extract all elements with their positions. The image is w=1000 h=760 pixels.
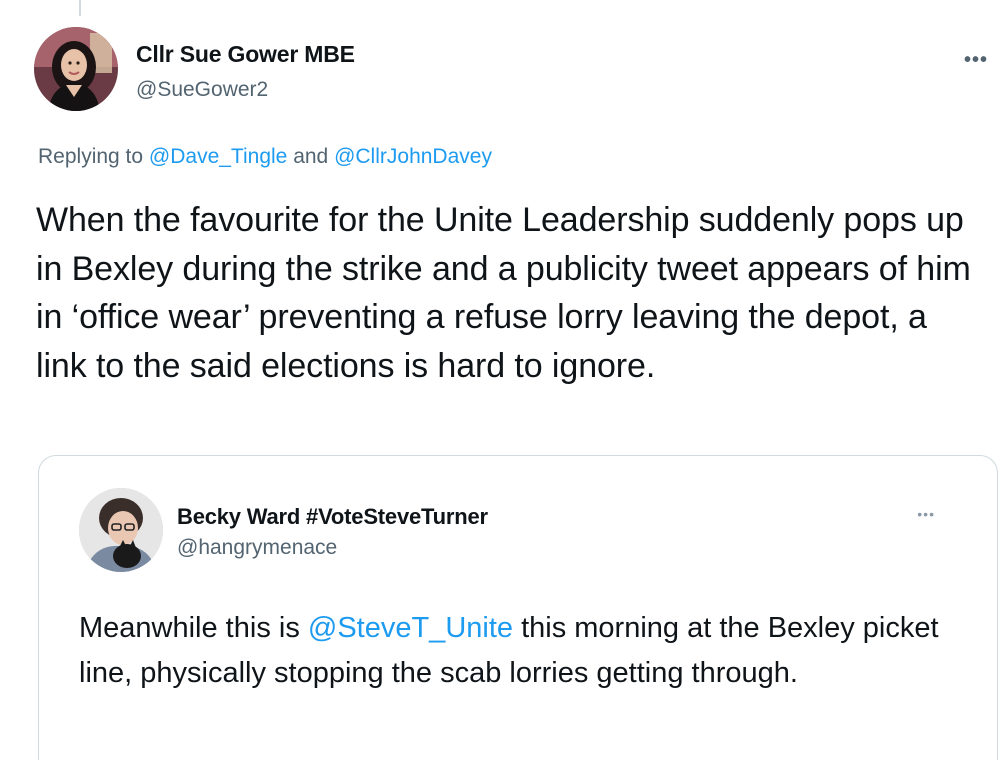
thread-connector-line <box>79 0 81 16</box>
mention-link[interactable]: @CllrJohnDavey <box>334 145 492 168</box>
quoted-author-name[interactable]: Becky Ward #VoteSteveTurner <box>177 504 488 530</box>
replying-to: Replying to @Dave_Tingle and @CllrJohnDa… <box>38 145 492 169</box>
author-name[interactable]: Cllr Sue Gower MBE <box>136 41 355 68</box>
quoted-text-start: Meanwhile this is <box>79 612 308 644</box>
more-options-icon[interactable]: ••• <box>964 49 988 72</box>
mention-link[interactable]: @Dave_Tingle <box>149 145 287 168</box>
quoted-tweet-card[interactable]: Becky Ward #VoteSteveTurner @hangrymenac… <box>38 455 998 760</box>
quoted-author-handle[interactable]: @hangrymenace <box>177 536 337 560</box>
replying-to-label: Replying to <box>38 145 149 168</box>
author-avatar[interactable] <box>34 27 118 111</box>
quoted-more-options-icon[interactable]: ••• <box>917 506 935 522</box>
quoted-author-avatar[interactable] <box>79 488 163 572</box>
quoted-tweet-text: Meanwhile this is @SteveT_Unite this mor… <box>79 606 959 696</box>
mention-link[interactable]: @SteveT_Unite <box>308 612 513 644</box>
author-handle[interactable]: @SueGower2 <box>136 78 268 102</box>
replying-to-conjunction: and <box>287 145 335 168</box>
tweet-header: Cllr Sue Gower MBE @SueGower2 ••• <box>34 27 1000 117</box>
tweet-text: When the favourite for the Unite Leaders… <box>36 201 971 385</box>
